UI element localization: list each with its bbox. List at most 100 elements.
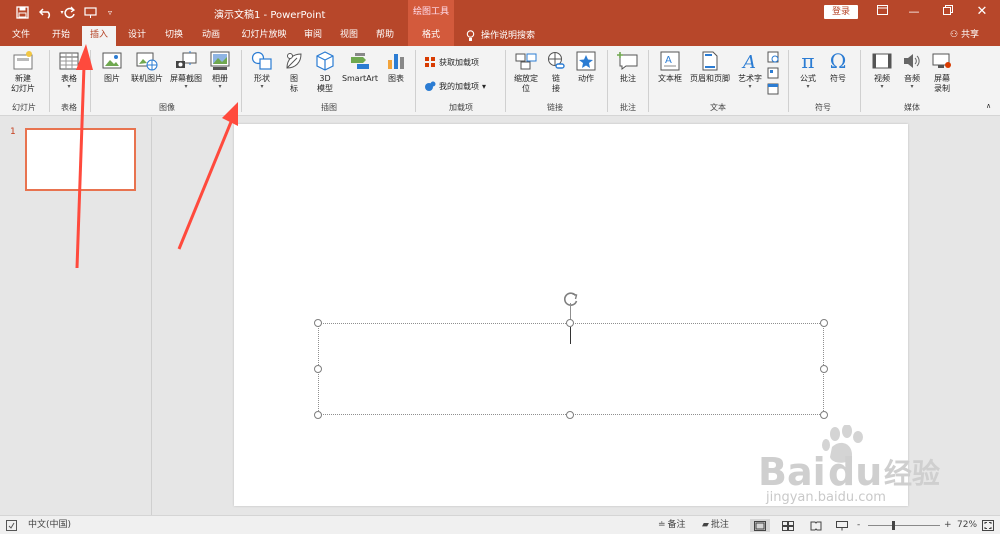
date-time-icon (767, 51, 779, 63)
zoom-slider-thumb[interactable] (892, 521, 895, 530)
rotate-handle[interactable] (562, 290, 580, 308)
chart-button[interactable]: 图表 (384, 50, 408, 84)
link-label-2: 接 (552, 84, 560, 93)
tab-help[interactable]: 帮助 (370, 26, 400, 46)
3d-models-label-1: 3D (319, 74, 331, 83)
new-slide-label-1: 新建 (15, 74, 31, 83)
picture-button[interactable]: 图片 (98, 50, 126, 84)
resize-handle-top-right[interactable] (820, 319, 828, 327)
save-icon[interactable] (12, 3, 32, 21)
customize-qat-icon[interactable]: ▿ (104, 3, 116, 21)
chevron-down-icon: ▾ (184, 83, 188, 90)
photo-album-icon (209, 50, 231, 72)
zoom-button[interactable]: 缩放定 位 (508, 50, 544, 94)
redo-icon[interactable] (60, 3, 78, 21)
action-label: 动作 (578, 74, 594, 83)
tab-transitions[interactable]: 切换 (159, 26, 189, 46)
zoom-slider-track[interactable] (868, 525, 940, 526)
date-time-button[interactable] (767, 51, 779, 63)
slide-show-view-icon[interactable] (836, 519, 848, 532)
slide-sorter-view-icon[interactable] (782, 519, 794, 532)
link-label-1: 链 (552, 74, 560, 83)
header-footer-button[interactable]: 页眉和页脚 (686, 50, 734, 84)
tell-me-search[interactable]: 操作说明搜索 (466, 26, 535, 46)
comment-button[interactable]: 批注 (614, 50, 642, 84)
action-button[interactable]: 动作 (572, 50, 600, 84)
new-slide-button[interactable]: 新建 幻灯片 (6, 50, 40, 94)
comments-button[interactable]: ▰ 批注 (702, 519, 729, 532)
group-label-images: 图像 (159, 103, 175, 112)
object-button[interactable] (767, 83, 779, 95)
symbol-button[interactable]: Ω 符号 (824, 50, 852, 84)
audio-button[interactable]: 音频 ▾ (898, 50, 926, 90)
zoom-in-button[interactable]: + (944, 519, 952, 532)
photo-album-button[interactable]: 相册 ▾ (206, 50, 234, 90)
reading-view-icon[interactable] (810, 519, 822, 532)
restore-icon[interactable] (938, 3, 958, 21)
shapes-button[interactable]: 形状 ▾ (248, 50, 276, 90)
screen-recording-button[interactable]: 屏幕 录制 (928, 50, 956, 94)
resize-handle-top[interactable] (566, 319, 574, 327)
my-addins-button[interactable]: 我的加载项 ▾ (424, 80, 486, 92)
tab-insert[interactable]: 插入 (82, 26, 116, 46)
online-picture-button[interactable]: 联机图片 (128, 50, 166, 84)
chevron-down-icon: ▾ (67, 83, 71, 90)
screenshot-button[interactable]: 屏幕截图 ▾ (166, 50, 206, 90)
resize-handle-bottom-left[interactable] (314, 411, 322, 419)
resize-handle-bottom-right[interactable] (820, 411, 828, 419)
collapse-ribbon-icon[interactable]: ∧ (986, 102, 991, 110)
textbox-button[interactable]: A 文本框 (655, 50, 685, 84)
equation-button[interactable]: π 公式 ▾ (794, 50, 822, 90)
tab-animations[interactable]: 动画 (196, 26, 226, 46)
normal-view-button[interactable] (750, 519, 770, 532)
group-label-tables: 表格 (61, 103, 77, 112)
notes-button[interactable]: ≐ 备注 (658, 519, 686, 532)
tab-view[interactable]: 视图 (334, 26, 364, 46)
object-icon (767, 83, 779, 95)
tab-file[interactable]: 文件 (6, 26, 36, 46)
picture-icon (101, 50, 123, 72)
zoom-slides-icon (515, 50, 537, 72)
login-button[interactable]: 登录 (824, 5, 858, 19)
wordart-button[interactable]: A 艺术字 ▾ (736, 50, 764, 90)
tab-format[interactable]: 格式 (408, 26, 454, 46)
tab-review[interactable]: 审阅 (298, 26, 328, 46)
accessibility-icon[interactable] (6, 519, 17, 532)
share-button[interactable]: ⚇ 共享 (950, 26, 979, 46)
close-icon[interactable]: ✕ (972, 3, 992, 21)
fit-slide-icon[interactable] (982, 519, 994, 532)
minimize-icon[interactable]: — (904, 3, 924, 21)
resize-handle-top-left[interactable] (314, 319, 322, 327)
star-action-icon (575, 50, 597, 72)
slide-number-button[interactable] (767, 67, 779, 79)
zoom-level[interactable]: 72% (957, 519, 977, 532)
watermark-url: jingyan.baidu.com (766, 490, 886, 505)
undo-icon[interactable] (36, 3, 58, 21)
chevron-down-icon: ▾ (218, 83, 222, 90)
ribbon-display-options-icon[interactable] (872, 3, 892, 21)
text-cursor (570, 327, 571, 344)
svg-text:A: A (741, 52, 756, 71)
resize-handle-right[interactable] (820, 365, 828, 373)
zoom-out-button[interactable]: - (857, 519, 860, 532)
tab-design[interactable]: 设计 (122, 26, 152, 46)
3d-models-button[interactable]: 3D 模型 (312, 50, 338, 94)
tab-slide-show[interactable]: 幻灯片放映 (236, 26, 292, 46)
3d-models-label-2: 模型 (317, 84, 333, 93)
tab-home[interactable]: 开始 (46, 26, 76, 46)
link-button[interactable]: 链 接 (544, 50, 568, 94)
smartart-button[interactable]: SmartArt (340, 50, 380, 84)
slide-thumbnail[interactable] (25, 128, 136, 191)
icons-button[interactable]: 图 标 (282, 50, 306, 94)
share-label: 共享 (960, 30, 979, 40)
new-slide-icon (12, 50, 34, 72)
comments-label: 批注 (710, 520, 729, 530)
resize-handle-bottom[interactable] (566, 411, 574, 419)
resize-handle-left[interactable] (314, 365, 322, 373)
get-addins-button[interactable]: 获取加载项 (424, 56, 479, 68)
start-from-beginning-icon[interactable] (82, 3, 98, 21)
table-button[interactable]: 表格 ▾ (55, 50, 83, 90)
video-button[interactable]: 视频 ▾ (868, 50, 896, 90)
text-box-placeholder[interactable] (318, 323, 824, 415)
language-status[interactable]: 中文(中国) (28, 519, 71, 532)
